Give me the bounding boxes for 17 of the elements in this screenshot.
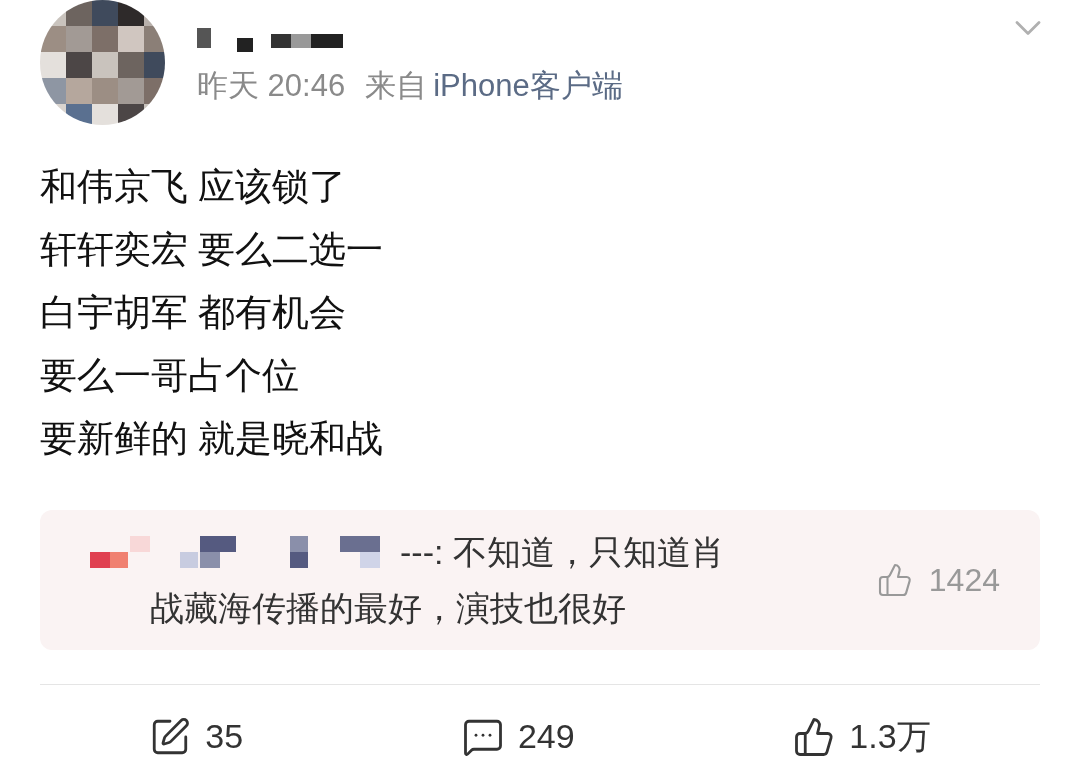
thumbs-up-icon bbox=[876, 562, 913, 598]
post-text-line: 和伟京飞 应该锁了 bbox=[40, 165, 348, 209]
post-time: 昨天 20:46 bbox=[197, 70, 346, 101]
post-text-line: 白宇胡军 都有机会 bbox=[40, 291, 348, 335]
source-link[interactable]: iPhone客户端 bbox=[433, 70, 623, 101]
post-text-line: 轩轩奕宏 要么二选一 bbox=[40, 228, 385, 272]
comment-button[interactable]: 249 bbox=[453, 711, 583, 762]
thumbs-up-icon bbox=[793, 715, 836, 758]
repost-button[interactable]: 35 bbox=[141, 711, 252, 762]
like-count: 1424 bbox=[928, 561, 1000, 600]
source-label: 来自 bbox=[365, 70, 428, 101]
comment-text: ---: 不知道，只知道肖 bbox=[400, 532, 725, 573]
post-text-line: 要新鲜的 就是晓和战 bbox=[40, 417, 385, 461]
comment-text: 战藏海传播的最好，演技也很好 bbox=[149, 588, 627, 629]
post-text-line: 要么一哥占个位 bbox=[40, 354, 300, 398]
hot-comment-card[interactable]: ---: 不知道，只知道肖 战藏海传播的最好，演技也很好 1424 bbox=[40, 510, 1040, 650]
like-button[interactable]: 1.3万 bbox=[785, 711, 939, 762]
